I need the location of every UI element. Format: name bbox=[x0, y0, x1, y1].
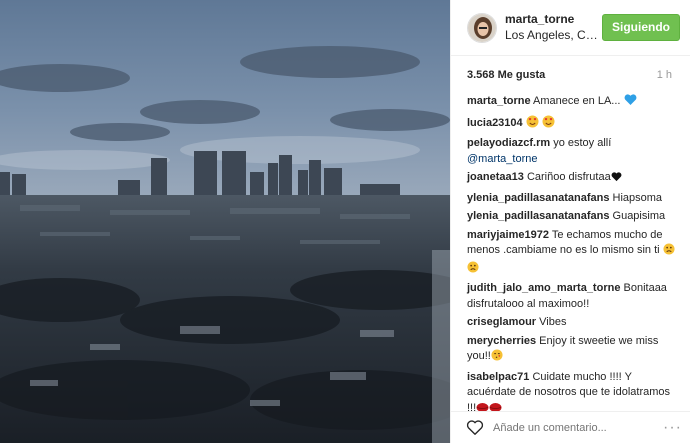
comment-text: Vibes bbox=[539, 316, 567, 328]
more-options-icon[interactable]: ··· bbox=[663, 419, 682, 435]
comment-text: Cariñoo disfrutaa bbox=[526, 171, 611, 183]
kiss-face-icon bbox=[491, 349, 503, 367]
heart-eyes-icon bbox=[526, 115, 539, 134]
comment-username[interactable]: mariyjaime1972 bbox=[467, 229, 549, 241]
comment-username[interactable]: judith_jalo_amo_marta_torne bbox=[467, 282, 620, 294]
avatar[interactable] bbox=[467, 12, 497, 43]
comment-text: Amanece en LA... bbox=[533, 95, 621, 107]
post-header: marta_torne Los Angeles, Cal... Siguiend… bbox=[451, 0, 690, 56]
comment: marta_torne Amanece en LA... bbox=[467, 94, 676, 112]
post-stats: 3.568 Me gusta 1 h bbox=[451, 56, 682, 94]
comment-username[interactable]: joanetaa13 bbox=[467, 171, 524, 183]
comment-text: Guapisima bbox=[612, 210, 666, 222]
lips-icon bbox=[476, 402, 489, 411]
comment: criseglamour Vibes bbox=[467, 315, 676, 331]
comment-username[interactable]: merycherries bbox=[467, 335, 536, 347]
add-comment-input[interactable] bbox=[493, 421, 664, 434]
post-author-info: marta_torne Los Angeles, Cal... bbox=[505, 12, 602, 43]
comment-username[interactable]: lucia23104 bbox=[467, 117, 523, 129]
post-photo[interactable] bbox=[0, 0, 450, 443]
comment: ylenia_padillasanatanafans Hiapsoma bbox=[467, 191, 676, 207]
heart-eyes-icon bbox=[542, 115, 555, 134]
comment: merycherries Enjoy it sweetie we miss yo… bbox=[467, 334, 676, 367]
post-side-panel: marta_torne Los Angeles, Cal... Siguiend… bbox=[450, 0, 690, 443]
comment-text: yo estoy allí bbox=[553, 137, 612, 149]
likes-count[interactable]: 3.568 Me gusta bbox=[467, 69, 545, 81]
comment-mention[interactable]: @marta_torne bbox=[467, 153, 537, 165]
comment: joanetaa13 Cariñoo disfrutaa bbox=[467, 170, 676, 188]
like-heart-icon[interactable] bbox=[465, 418, 485, 438]
lips-icon bbox=[489, 402, 502, 411]
comment-bar: ··· bbox=[451, 411, 690, 443]
comment-username[interactable]: ylenia_padillasanatanafans bbox=[467, 192, 609, 204]
following-button[interactable]: Siguiendo bbox=[602, 14, 680, 41]
comment: lucia23104 bbox=[467, 115, 676, 134]
sad-face-icon bbox=[467, 260, 479, 279]
comment-username[interactable]: isabelpac71 bbox=[467, 371, 529, 383]
comment-username[interactable]: ylenia_padillasanatanafans bbox=[467, 210, 609, 222]
author-username[interactable]: marta_torne bbox=[505, 12, 602, 27]
comment: judith_jalo_amo_marta_torne Bonitaaa dis… bbox=[467, 281, 676, 312]
comment-username[interactable]: marta_torne bbox=[467, 95, 531, 107]
sad-face-icon bbox=[663, 243, 675, 261]
city-skyline-image bbox=[0, 0, 450, 443]
comment: isabelpac71 Cuidate mucho !!!! Y acuérda… bbox=[467, 370, 676, 411]
comment-username[interactable]: criseglamour bbox=[467, 316, 536, 328]
comment: ylenia_padillasanatanafans Guapisima bbox=[467, 209, 676, 225]
comment: pelayodiazcf.rm yo estoy allí @marta_tor… bbox=[467, 136, 676, 167]
post-location[interactable]: Los Angeles, Cal... bbox=[505, 27, 602, 43]
black-heart-icon bbox=[611, 172, 622, 188]
comment-username[interactable]: pelayodiazcf.rm bbox=[467, 137, 550, 149]
comment-text: Hiapsoma bbox=[612, 191, 663, 204]
post-time: 1 h bbox=[656, 69, 672, 81]
comment-list: marta_torne Amanece en LA... lucia23104 … bbox=[451, 94, 690, 411]
blue-heart-icon bbox=[624, 94, 637, 112]
comment: mariyjaime1972 Te echamos mucho de menos… bbox=[467, 228, 676, 279]
